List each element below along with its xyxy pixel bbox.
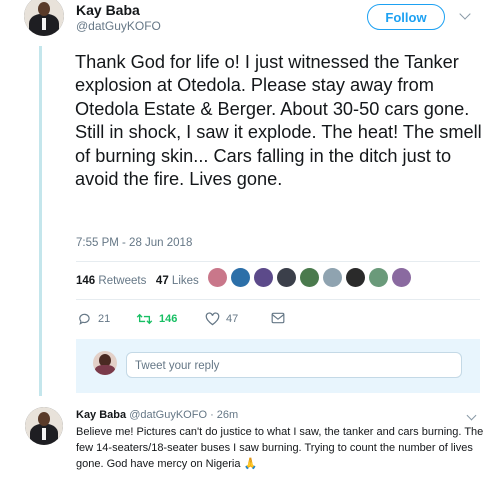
- follow-button[interactable]: Follow: [367, 4, 445, 30]
- likers-avatars: [208, 268, 411, 287]
- retweet-icon: [136, 313, 153, 325]
- likes-count[interactable]: 47: [156, 275, 169, 287]
- divider: [76, 299, 480, 300]
- reply-author-handle[interactable]: @datGuyKOFO: [129, 409, 207, 421]
- reply-text: Believe me! Pictures can't do justice to…: [76, 426, 484, 470]
- reply-author-name[interactable]: Kay Baba: [76, 409, 126, 421]
- author-name[interactable]: Kay Baba: [76, 2, 140, 18]
- author-avatar[interactable]: [24, 0, 64, 36]
- tweet-stats: 146 Retweets 47 Likes: [76, 275, 199, 287]
- reply-time[interactable]: · 26m: [210, 409, 238, 421]
- liker-avatar[interactable]: [231, 268, 250, 287]
- chevron-down-icon[interactable]: [459, 8, 471, 20]
- likes-label[interactable]: Likes: [172, 275, 199, 287]
- liker-avatar[interactable]: [277, 268, 296, 287]
- chevron-down-icon[interactable]: [466, 410, 477, 421]
- tweet-timestamp[interactable]: 7:55 PM - 28 Jun 2018: [76, 237, 192, 249]
- thread-line: [39, 46, 42, 396]
- reply-header: Kay Baba @datGuyKOFO · 26m: [76, 409, 238, 421]
- like-count: 47: [226, 313, 239, 325]
- retweet-action[interactable]: 146: [136, 312, 177, 326]
- retweet-count: 146: [159, 313, 178, 325]
- retweets-count[interactable]: 146: [76, 275, 95, 287]
- envelope-icon: [271, 312, 285, 324]
- liker-avatar[interactable]: [254, 268, 273, 287]
- divider: [76, 261, 480, 262]
- reply-input[interactable]: Tweet your reply: [126, 352, 462, 378]
- reply-icon: [79, 313, 90, 325]
- retweets-label[interactable]: Retweets: [98, 275, 146, 287]
- liker-avatar[interactable]: [323, 268, 342, 287]
- dm-action[interactable]: [271, 312, 285, 324]
- liker-avatar[interactable]: [346, 268, 365, 287]
- liker-avatar[interactable]: [392, 268, 411, 287]
- reply-count: 21: [98, 313, 111, 325]
- author-handle[interactable]: @datGuyKOFO: [76, 19, 161, 33]
- reply-author-avatar[interactable]: [25, 407, 63, 445]
- reply-action[interactable]: 21: [78, 312, 110, 326]
- like-action[interactable]: 47: [205, 312, 238, 326]
- current-user-avatar: [93, 351, 117, 375]
- liker-avatar[interactable]: [369, 268, 388, 287]
- liker-avatar[interactable]: [208, 268, 227, 287]
- tweet-text: Thank God for life o! I just witnessed t…: [75, 52, 482, 190]
- heart-icon: [205, 312, 220, 326]
- liker-avatar[interactable]: [300, 268, 319, 287]
